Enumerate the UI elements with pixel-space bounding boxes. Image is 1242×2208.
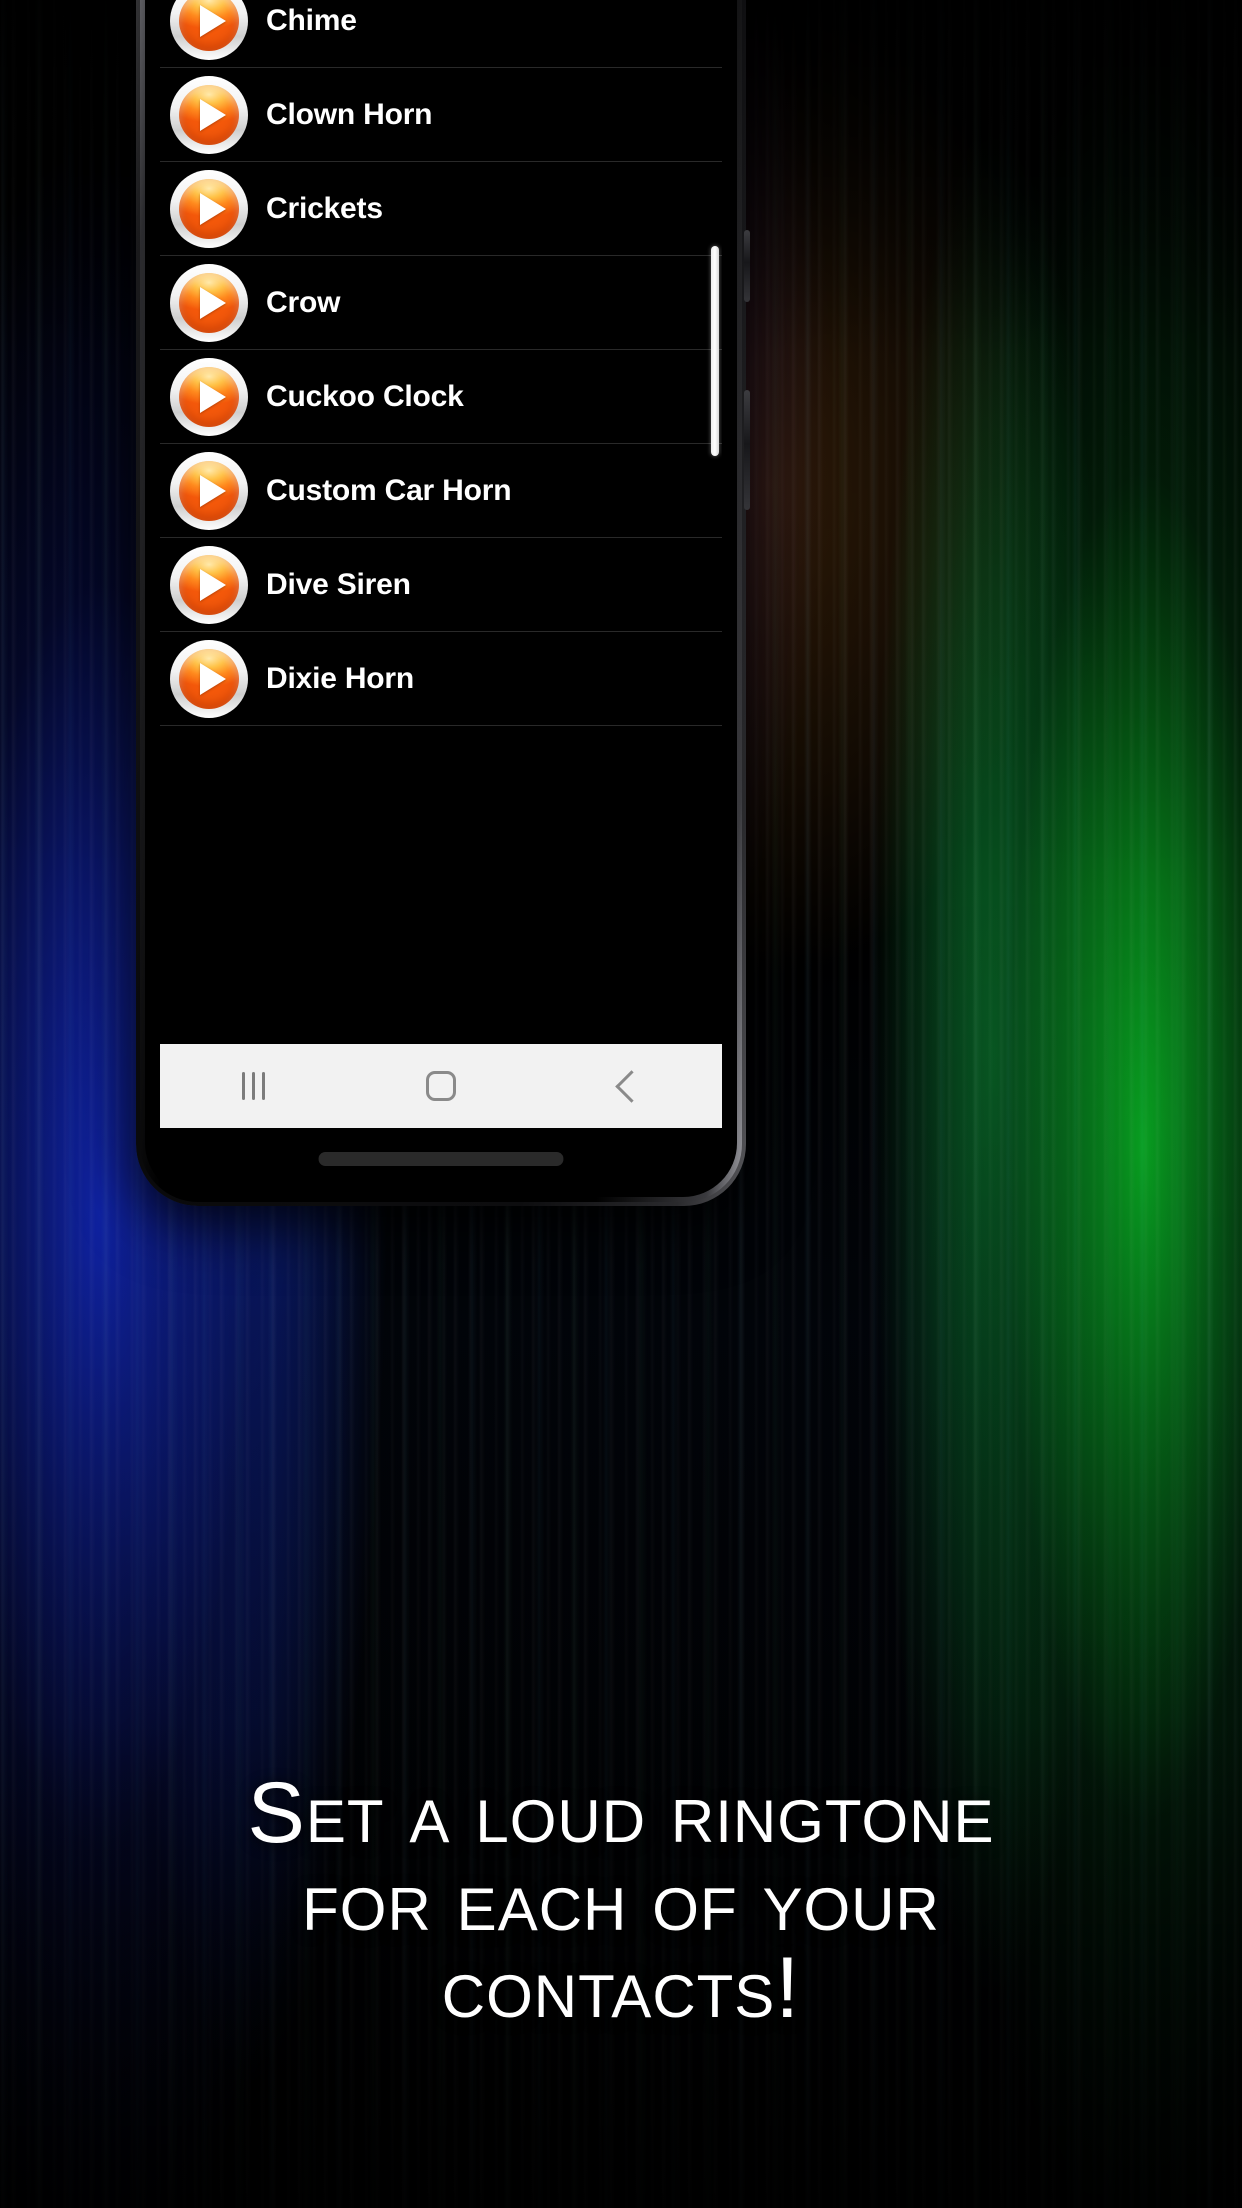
ringtone-label: Custom Car Horn	[266, 473, 512, 507]
ringtone-row[interactable]: Crow	[160, 256, 722, 350]
recents-icon	[242, 1072, 266, 1100]
play-icon-triangle	[199, 98, 226, 131]
ringtone-row[interactable]: Clown Horn	[160, 68, 722, 162]
ringtone-row[interactable]: Dixie Horn	[160, 632, 722, 726]
play-icon-disc	[179, 84, 239, 145]
ringtone-row[interactable]: Custom Car Horn	[160, 444, 722, 538]
ringtone-list[interactable]: BuzzerCash RegisterChimeClown HornCricke…	[160, 0, 722, 1044]
play-icon-triangle	[199, 474, 226, 507]
play-icon-disc	[179, 366, 239, 427]
list-scrollbar-thumb[interactable]	[711, 246, 719, 456]
nav-back-button[interactable]	[573, 1044, 683, 1128]
phone-volume-button[interactable]	[744, 230, 750, 302]
ringtone-row[interactable]: Cuckoo Clock	[160, 350, 722, 444]
ringtone-row[interactable]: Dive Siren	[160, 538, 722, 632]
play-icon-disc	[179, 460, 239, 521]
play-icon[interactable]	[170, 357, 248, 436]
ringtone-row[interactable]: Crickets	[160, 162, 722, 256]
home-icon	[425, 1071, 456, 1101]
play-icon[interactable]	[170, 263, 248, 342]
caption-line-2: for each of your	[302, 1852, 940, 1949]
home-indicator	[318, 1152, 564, 1166]
back-icon	[615, 1069, 648, 1103]
list-scrollbar-track[interactable]	[711, 0, 719, 1044]
play-icon-triangle	[199, 192, 226, 225]
ringtone-label: Cuckoo Clock	[266, 379, 464, 413]
phone-power-button[interactable]	[744, 390, 750, 510]
play-icon[interactable]	[170, 169, 248, 248]
play-icon-disc	[179, 648, 239, 709]
ringtone-label: Crickets	[266, 191, 383, 225]
play-icon-triangle	[199, 662, 226, 695]
nav-recents-button[interactable]	[199, 1044, 309, 1128]
phone-screen: High Volume Rin Privacy i BuzzerCash Reg…	[160, 0, 722, 1184]
play-icon-triangle	[199, 286, 226, 319]
ringtone-label: Clown Horn	[266, 97, 433, 131]
play-icon[interactable]	[170, 639, 248, 718]
play-icon-triangle	[199, 380, 226, 413]
ringtone-label: Chime	[266, 3, 357, 37]
play-icon-triangle	[199, 4, 226, 37]
play-icon[interactable]	[170, 545, 248, 624]
ringtone-label: Crow	[266, 285, 341, 319]
play-icon-disc	[179, 0, 239, 51]
phone-mockup: High Volume Rin Privacy i BuzzerCash Reg…	[136, 0, 750, 1206]
caption-line-3: contacts!	[441, 1940, 801, 2037]
android-navigation-bar	[160, 1044, 722, 1128]
play-icon-disc	[179, 272, 239, 333]
nav-home-button[interactable]	[386, 1044, 496, 1128]
marketing-caption: Set a loud ringtone for each of your con…	[0, 1765, 1242, 2037]
play-icon[interactable]	[170, 0, 248, 60]
ringtone-label: Dixie Horn	[266, 661, 415, 695]
play-icon[interactable]	[170, 75, 248, 154]
caption-line-1: Set a loud ringtone	[247, 1765, 995, 1861]
play-icon-triangle	[199, 568, 226, 601]
play-icon-disc	[179, 178, 239, 239]
ringtone-label: Dive Siren	[266, 567, 411, 601]
play-icon[interactable]	[170, 451, 248, 530]
play-icon-disc	[179, 554, 239, 615]
ringtone-row[interactable]: Chime	[160, 0, 722, 68]
